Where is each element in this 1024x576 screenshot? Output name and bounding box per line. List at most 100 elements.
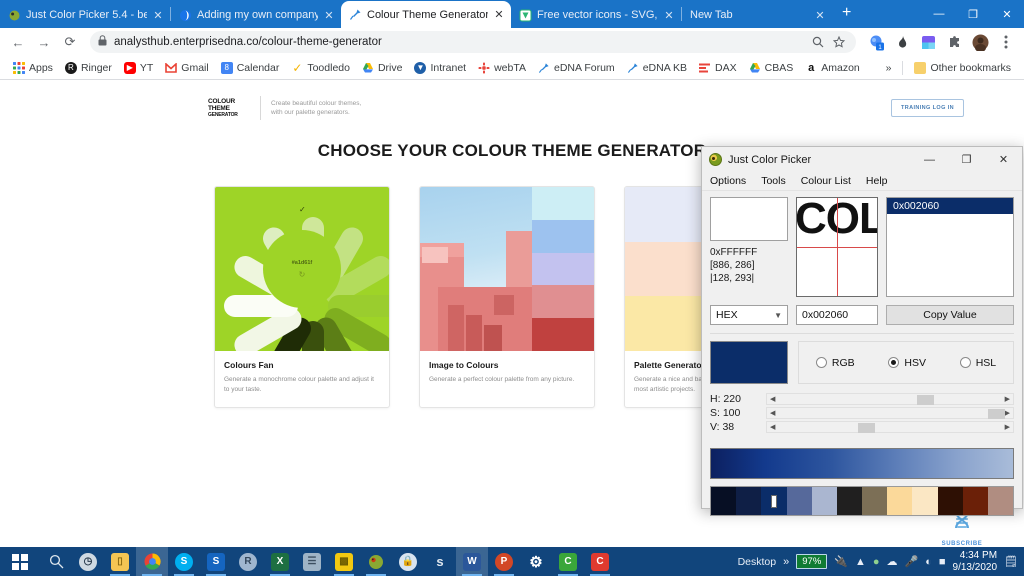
fire-icon[interactable]	[892, 32, 912, 52]
hex-value-field[interactable]: 0x002060	[796, 305, 878, 325]
bookmark-apps[interactable]: Apps	[8, 60, 58, 76]
minimize-button[interactable]: —	[922, 0, 956, 28]
browser-tab-1[interactable]: Adding my own company h ✕	[171, 2, 341, 28]
palette-swatch[interactable]	[937, 487, 963, 515]
taskbar-r-studio-icon[interactable]: R	[232, 547, 264, 576]
bookmark-calendar[interactable]: 8 Calendar	[216, 60, 285, 76]
bookmark-intranet[interactable]: ▼ Intranet	[409, 60, 471, 76]
slider-track-s[interactable]: ◀ ▶	[766, 407, 1014, 419]
taskbar-notepad-icon[interactable]: ☰	[296, 547, 328, 576]
taskbar-fire-app-icon[interactable]: ѕ	[424, 547, 456, 576]
palette-swatch[interactable]	[962, 487, 988, 515]
palette-swatch[interactable]	[836, 487, 863, 515]
menu-item-help[interactable]: Help	[866, 175, 888, 187]
notification-icon[interactable]: ●	[873, 556, 880, 568]
star-icon[interactable]	[830, 33, 848, 51]
action-center-icon[interactable]: 🗒	[1004, 555, 1018, 568]
refresh-icon[interactable]: ↻	[299, 270, 306, 279]
windows-start-icon[interactable]	[0, 547, 40, 576]
taskbar-power-bi-icon[interactable]: ▩	[328, 547, 360, 576]
menu-item-tools[interactable]: Tools	[761, 175, 786, 187]
wifi-icon[interactable]: ◐	[925, 556, 932, 568]
copy-value-button[interactable]: Copy Value	[886, 305, 1014, 325]
taskbar-camtasia-icon[interactable]: C	[552, 547, 584, 576]
taskbar-snagit-icon[interactable]: S	[200, 547, 232, 576]
browser-tab-0[interactable]: Just Color Picker 5.4 - best ✕	[0, 2, 170, 28]
taskbar-settings-icon[interactable]: ⚙	[520, 547, 552, 576]
card-image-to-colours[interactable]: Image to Colours Generate a perfect colo…	[419, 186, 595, 408]
bookmark-amazon[interactable]: a Amazon	[800, 60, 865, 76]
palette-swatch[interactable]	[811, 487, 837, 515]
palette-swatch[interactable]	[887, 487, 913, 515]
menu-item-colour-list[interactable]: Colour List	[801, 175, 851, 187]
bookmark-dax[interactable]: DAX	[694, 60, 742, 76]
radio-hsl[interactable]: HSL	[959, 357, 996, 369]
bookmark-edna-forum[interactable]: eDNA Forum	[533, 60, 620, 76]
bookmarks-overflow-button[interactable]: »	[881, 60, 897, 76]
taskbar-cortana-circle-icon[interactable]: ◷	[72, 547, 104, 576]
new-tab-button[interactable]: +	[832, 4, 861, 25]
palette-swatch[interactable]	[736, 487, 762, 515]
jcp-title-bar[interactable]: Just Color Picker — ❐ ✕	[702, 147, 1022, 172]
tray-overflow-icon[interactable]: »	[783, 556, 789, 568]
close-button[interactable]: ✕	[990, 0, 1024, 28]
jcp-colour-list[interactable]: 0x002060	[886, 197, 1014, 297]
jcp-minimize-button[interactable]: —	[911, 147, 948, 172]
extension-color-icon[interactable]	[918, 32, 938, 52]
slider-left-arrow[interactable]: ◀	[767, 423, 778, 431]
slider-track-h[interactable]: ◀ ▶	[766, 393, 1014, 405]
tab-close-icon[interactable]: ✕	[152, 9, 164, 22]
onedrive-icon[interactable]: ☁	[887, 555, 898, 568]
reload-icon[interactable]: ⟳	[60, 32, 80, 52]
taskbar-excel-icon[interactable]: X	[264, 547, 296, 576]
back-icon[interactable]: ←	[8, 32, 28, 52]
site-logo[interactable]: COLOUR THEME GENERATOR Create beautiful …	[208, 96, 361, 120]
taskbar-word-icon[interactable]: W	[456, 547, 488, 576]
colour-gradient-bar[interactable]	[710, 448, 1014, 479]
menu-kebab-icon[interactable]	[996, 32, 1016, 52]
palette-swatch-selected[interactable]	[761, 487, 787, 515]
plug-icon[interactable]: 🔌	[834, 555, 848, 568]
slider-track-v[interactable]: ◀ ▶	[766, 421, 1014, 433]
format-select[interactable]: HEX ▼	[710, 305, 788, 325]
address-bar[interactable]: analysthub.enterprisedna.co/colour-theme…	[90, 31, 856, 53]
taskbar-file-explorer-icon[interactable]: ▯	[104, 547, 136, 576]
palette-swatch[interactable]	[786, 487, 812, 515]
jcp-close-button[interactable]: ✕	[985, 147, 1022, 172]
menu-item-options[interactable]: Options	[710, 175, 746, 187]
browser-tab-4[interactable]: New Tab ✕	[682, 2, 832, 28]
taskbar-chrome-icon[interactable]	[136, 547, 168, 576]
radio-rgb[interactable]: RGB	[815, 357, 855, 369]
microphone-icon[interactable]: 🎤	[905, 555, 919, 568]
taskbar-lastpass-icon[interactable]: 🔒	[392, 547, 424, 576]
bookmark-gmail[interactable]: Gmail	[160, 60, 213, 76]
browser-tab-2-active[interactable]: Colour Theme Generator | E ✕	[341, 1, 511, 28]
palette-swatch[interactable]	[912, 487, 938, 515]
slider-right-arrow[interactable]: ▶	[1002, 395, 1013, 403]
radio-hsv[interactable]: HSV	[888, 357, 926, 369]
slider-thumb-h[interactable]	[917, 395, 935, 405]
colour-list-item[interactable]: 0x002060	[887, 198, 1013, 214]
card-colours-fan[interactable]: check-icon ✓ #a1d61f ↻ Colours Fan Gener…	[214, 186, 390, 408]
training-login-button[interactable]: TRAINING LOG IN	[890, 99, 964, 117]
taskbar-just-color-picker-icon[interactable]	[360, 547, 392, 576]
bookmark-drive[interactable]: Drive	[357, 60, 408, 76]
bookmark-yt[interactable]: ▶ YT	[119, 60, 158, 76]
slider-right-arrow[interactable]: ▶	[1002, 423, 1013, 431]
palette-strip[interactable]	[710, 486, 1014, 516]
desktop-button[interactable]: Desktop	[738, 556, 777, 568]
jcp-maximize-button[interactable]: ❐	[948, 147, 985, 172]
palette-swatch[interactable]	[862, 487, 888, 515]
maximize-button[interactable]: ❐	[956, 0, 990, 28]
bookmark-webta[interactable]: webTA	[473, 60, 531, 76]
search-icon[interactable]	[809, 33, 827, 51]
tab-close-icon[interactable]: ✕	[323, 9, 335, 22]
taskbar-clock[interactable]: 4:34 PM 9/13/2020	[953, 550, 998, 574]
slider-left-arrow[interactable]: ◀	[767, 395, 778, 403]
slider-thumb-v[interactable]	[858, 423, 876, 433]
taskbar-camtasia-red-icon[interactable]: C	[584, 547, 616, 576]
palette-swatch[interactable]	[711, 487, 737, 515]
browser-tab-3[interactable]: Free vector icons - SVG, PS ✕	[511, 2, 681, 28]
taskbar-powerpoint-icon[interactable]: P	[488, 547, 520, 576]
slider-thumb-s[interactable]	[988, 409, 1006, 419]
